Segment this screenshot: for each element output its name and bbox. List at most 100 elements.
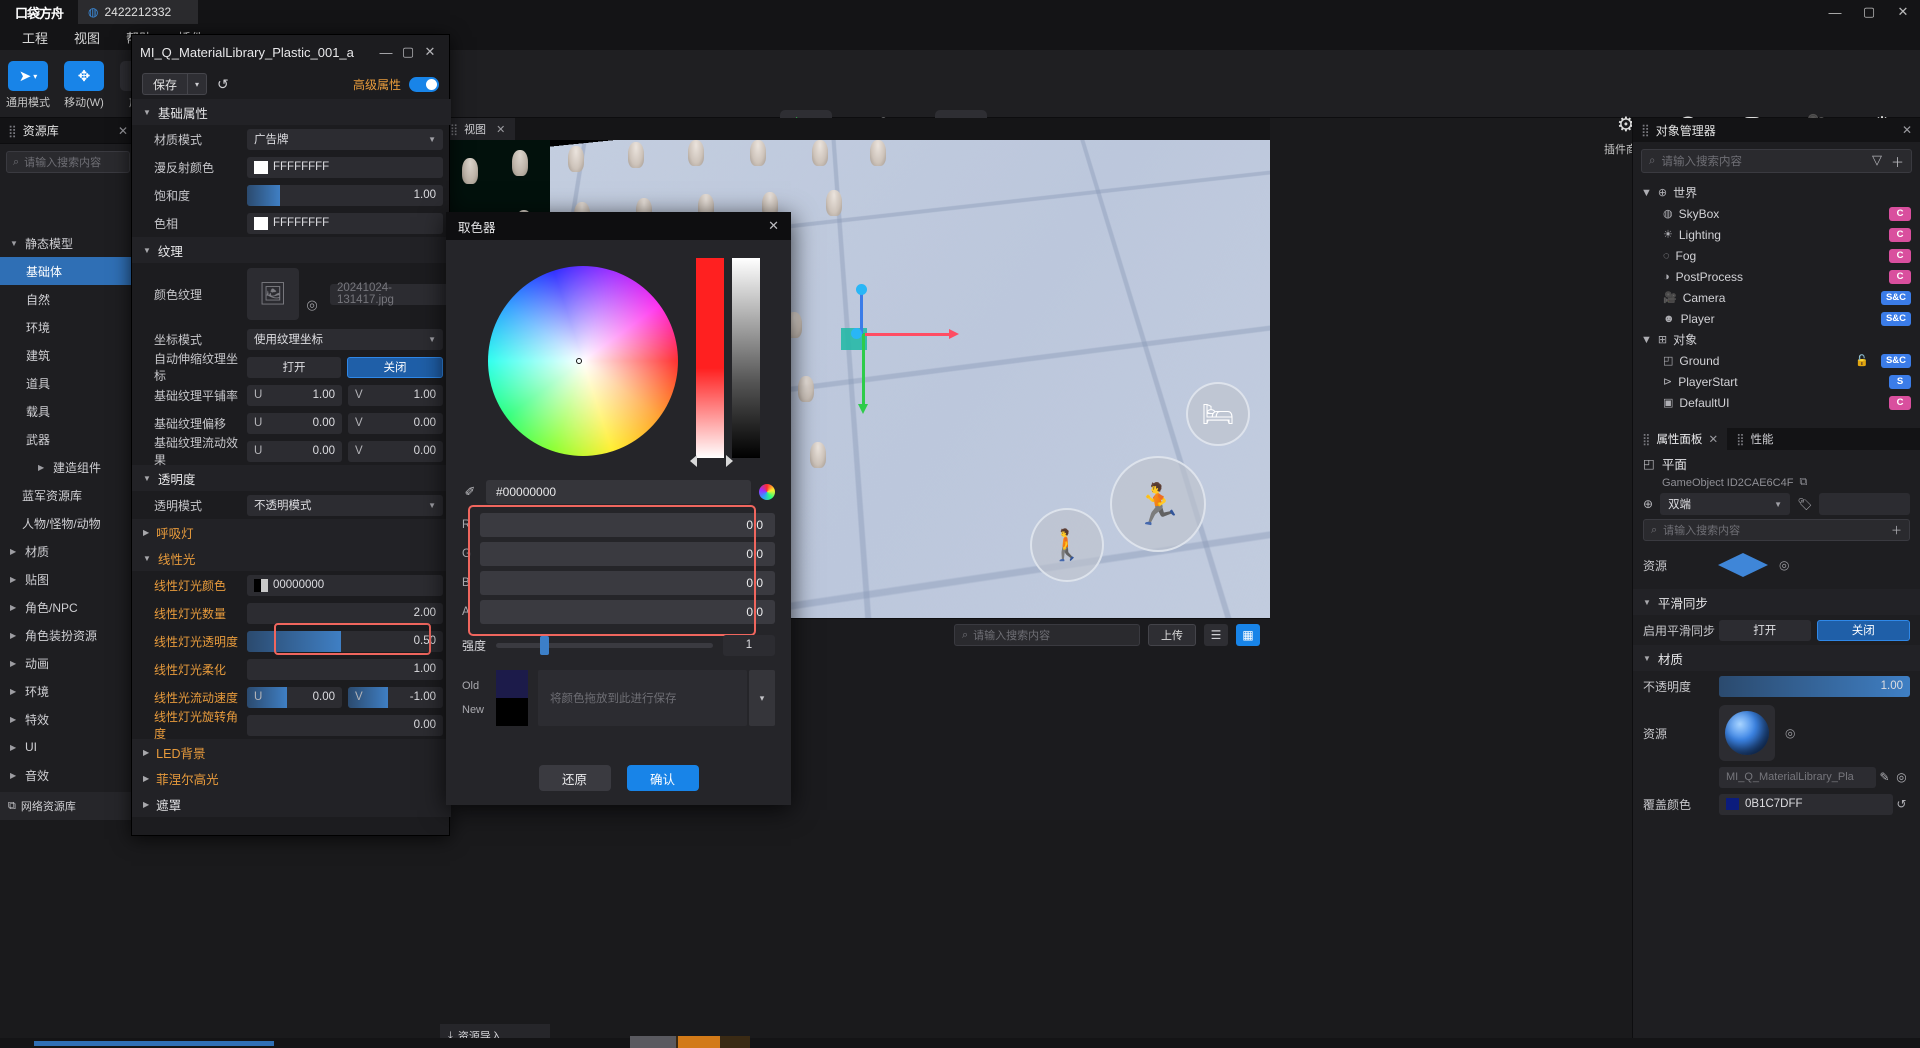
section-fresnel[interactable]: ▶ 菲涅尔高光 (132, 765, 451, 791)
section-material[interactable]: ▼ 材质 (1633, 645, 1920, 671)
resource-search-input[interactable]: ⌕ 请输入搜索内容 (6, 151, 130, 173)
minimize-button[interactable]: — (1818, 0, 1852, 24)
linear-flow-u[interactable]: U 0.00 (247, 686, 342, 708)
chevron-down-icon[interactable]: ▾ (187, 73, 208, 95)
locate-icon[interactable]: ◎ (1785, 726, 1795, 740)
object-row-camera[interactable]: 🎥 Camera S&C (1633, 287, 1920, 308)
tab-performance[interactable]: ⣿ 性能 (1727, 428, 1782, 450)
grid-view-icon[interactable]: ▦ (1236, 624, 1260, 646)
menu-item-project[interactable]: 工程 (10, 25, 60, 50)
value-marker[interactable] (726, 455, 733, 467)
base-offset-u[interactable]: U 0.00 (247, 412, 342, 434)
tool-select[interactable]: ➤ ▾ 通用模式 (0, 57, 56, 110)
list-view-icon[interactable]: ☰ (1204, 624, 1228, 646)
hex-input[interactable]: #00000000 (486, 480, 751, 504)
close-button[interactable]: ✕ (419, 41, 441, 63)
sidebar-item-character-monster-animal[interactable]: 人物/怪物/动物 (0, 509, 136, 537)
section-linear-light[interactable]: ▼ 线性光 (132, 545, 451, 571)
section-texture[interactable]: ▼ 纹理 (132, 237, 451, 263)
object-manager-tab[interactable]: ⣿ 对象管理器 ✕ (1633, 118, 1920, 142)
tag-field[interactable] (1819, 493, 1910, 515)
advanced-toggle[interactable] (409, 76, 439, 92)
advanced-toggle-group[interactable]: 高级属性 (353, 76, 439, 93)
opacity-slider[interactable]: 1.00 (1719, 675, 1910, 697)
network-resource-tab[interactable]: ⧉ 网络资源库 (0, 792, 136, 820)
linear-light-rotation-slider[interactable]: 0.00 (247, 714, 443, 736)
base-flow-v[interactable]: V 0.00 (348, 440, 443, 462)
section-mask[interactable]: ▶ 遮罩 (132, 791, 451, 817)
linear-light-color-field[interactable]: 00000000 (247, 574, 443, 596)
save-color-dropzone[interactable]: 将颜色拖放到此进行保存 (538, 670, 747, 726)
chevron-down-icon[interactable]: ▾ (749, 670, 775, 726)
intensity-slider[interactable] (496, 635, 713, 655)
gizmo-handle-center[interactable] (851, 328, 862, 339)
auto-stretch-on-button[interactable]: 打开 (247, 356, 341, 378)
object-row-fog[interactable]: ◌ Fog C (1633, 245, 1920, 266)
linear-light-count-slider[interactable]: 2.00 (247, 602, 443, 624)
new-color-swatch[interactable] (496, 698, 528, 726)
object-row-ground[interactable]: ◰ Ground 🔓 S&C (1633, 350, 1920, 371)
base-offset-v[interactable]: V 0.00 (348, 412, 443, 434)
object-row-player[interactable]: ☻ Player S&C (1633, 308, 1920, 329)
sidebar-item-env[interactable]: ▶ 环境 (0, 677, 136, 705)
sidebar-item-environment[interactable]: 环境 (0, 313, 136, 341)
viewport-tab[interactable]: ⣿ 视图 ✕ (440, 118, 516, 140)
overlay-color-field[interactable]: 0B1C7DFF (1719, 793, 1893, 815)
sidebar-item-build-component[interactable]: ▶ 建造组件 (0, 453, 136, 481)
section-basic[interactable]: ▼ 基础属性 (132, 99, 451, 125)
value-slider[interactable] (732, 258, 760, 458)
maximize-button[interactable]: ▢ (397, 41, 419, 63)
tool-move[interactable]: ✥ 移动(W) (56, 57, 112, 110)
base-tiling-v[interactable]: V 1.00 (348, 384, 443, 406)
object-row-lighting[interactable]: ☀ Lighting C (1633, 224, 1920, 245)
object-search-input[interactable]: ⌕ 请输入搜索内容 ▽ ＋ (1641, 149, 1912, 173)
copy-icon[interactable]: ⧉ (1799, 476, 1807, 489)
badge-jump-icon[interactable]: 🏃 (1110, 456, 1206, 552)
color-wheel[interactable] (488, 266, 678, 456)
color-chip-icon[interactable] (759, 484, 775, 500)
side-select[interactable]: 双端 ▼ (1660, 493, 1791, 515)
plus-icon[interactable]: ＋ (1891, 522, 1902, 538)
section-transparency[interactable]: ▼ 透明度 (132, 465, 451, 491)
close-icon[interactable]: ✕ (118, 124, 128, 138)
badge-prone-icon[interactable]: 🛏 (1186, 382, 1250, 446)
locate-icon[interactable]: ◎ (1893, 770, 1910, 784)
linear-light-soften-slider[interactable]: 1.00 (247, 658, 443, 680)
resource-group-static-model[interactable]: ▼ 静态模型 (0, 229, 136, 257)
texture-thumbnail[interactable]: 🖼 (247, 268, 299, 320)
plane-preview[interactable] (1715, 548, 1771, 582)
tab-properties[interactable]: ⣿ 属性面板 ✕ (1633, 428, 1728, 450)
close-icon[interactable]: ✕ (1708, 432, 1718, 446)
sidebar-item-prop[interactable]: 道具 (0, 369, 136, 397)
texture-filename[interactable]: 20241024-131417.jpg (330, 282, 451, 306)
channel-r-input[interactable]: 0.0 (480, 512, 775, 537)
object-row-postprocess[interactable]: ◑ PostProcess C (1633, 266, 1920, 287)
sidebar-item-ui[interactable]: ▶ UI (0, 733, 136, 761)
close-icon[interactable]: ✕ (768, 218, 779, 234)
object-row-skybox[interactable]: ◍ SkyBox C (1633, 203, 1920, 224)
reset-icon[interactable]: ↺ (1893, 797, 1910, 811)
linear-flow-v[interactable]: V -1.00 (348, 686, 443, 708)
plus-icon[interactable]: ＋ (1891, 152, 1904, 171)
sidebar-item-nature[interactable]: 自然 (0, 285, 136, 313)
intensity-knob[interactable] (540, 635, 550, 655)
sidebar-item-effect[interactable]: ▶ 特效 (0, 705, 136, 733)
object-row-objects[interactable]: ▼ ⊞ 对象 (1633, 329, 1920, 350)
channel-g-input[interactable]: 0.0 (480, 541, 775, 566)
transparency-mode-select[interactable]: 不透明模式 ▼ (247, 494, 443, 516)
diffuse-color-field[interactable]: FFFFFFFF (247, 156, 443, 178)
document-tab[interactable]: ◍ 2422212332 (78, 0, 198, 24)
saturation-slider[interactable]: 1.00 (247, 184, 443, 206)
locate-icon[interactable]: ◎ (303, 296, 321, 314)
close-button[interactable]: ✕ (1886, 0, 1920, 24)
object-row-world[interactable]: ▼ ⊕ 世界 (1633, 182, 1920, 203)
sidebar-item-material[interactable]: ▶ 材质 (0, 537, 136, 565)
intensity-value[interactable]: 1 (723, 634, 775, 656)
sidebar-item-weapon[interactable]: 武器 (0, 425, 136, 453)
tag-icon[interactable]: 🏷 (1797, 497, 1812, 511)
property-search-input[interactable]: ⌕ 请输入搜索内容 ＋ (1643, 519, 1910, 541)
sidebar-item-building[interactable]: 建筑 (0, 341, 136, 369)
sidebar-item-blue-army[interactable]: 蓝军资源库 (0, 481, 136, 509)
badge-crouch-icon[interactable]: 🚶 (1030, 508, 1104, 582)
material-mode-select[interactable]: 广告牌 ▼ (247, 128, 443, 150)
